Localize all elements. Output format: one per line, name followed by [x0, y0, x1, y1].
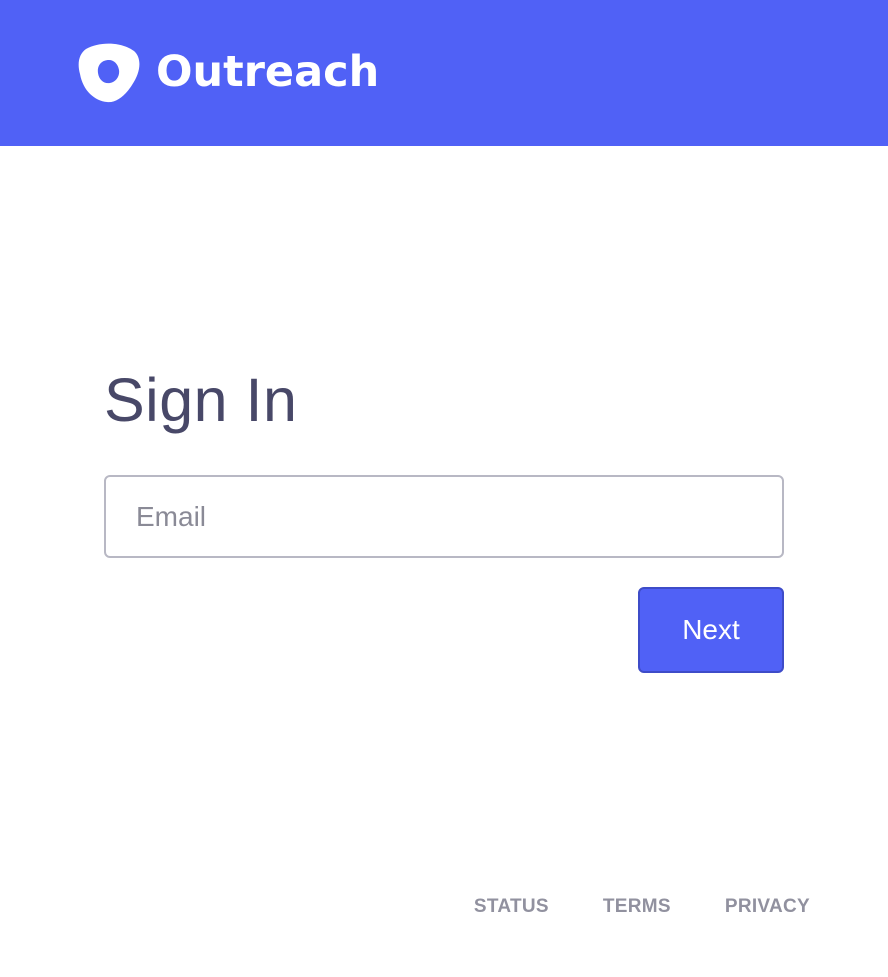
footer-links: STATUS TERMS PRIVACY [474, 895, 810, 919]
next-button[interactable]: Next [638, 587, 784, 673]
top-header-bar: Outreach [0, 0, 888, 146]
email-field[interactable] [104, 475, 784, 558]
footer-link-status[interactable]: STATUS [474, 895, 549, 919]
footer-link-terms[interactable]: TERMS [603, 895, 671, 919]
page-title: Sign In [104, 366, 298, 434]
footer-link-privacy[interactable]: PRIVACY [725, 895, 810, 919]
outreach-logo-icon [78, 43, 140, 103]
sign-in-page: Outreach Sign In Next STATUS TERMS PRIVA… [0, 0, 888, 977]
brand-name: Outreach [156, 47, 380, 97]
brand-logo-link[interactable]: Outreach [78, 43, 379, 103]
